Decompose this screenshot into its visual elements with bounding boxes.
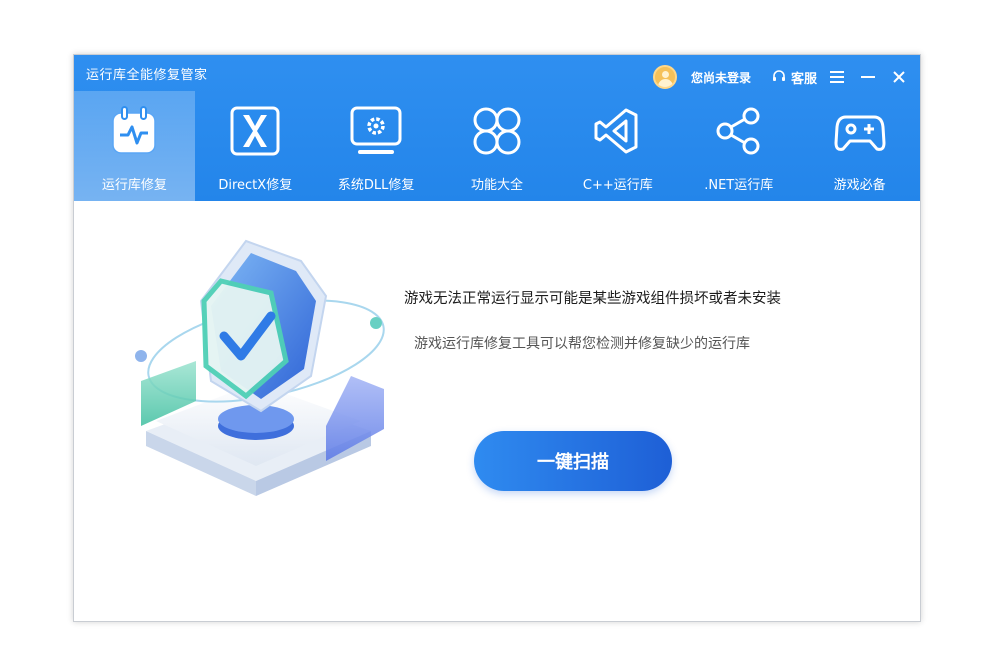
share-icon xyxy=(716,107,760,155)
close-button[interactable] xyxy=(888,66,910,88)
customer-service-button[interactable]: 客服 xyxy=(771,68,817,87)
clover-icon xyxy=(473,107,521,155)
monitor-gear-icon xyxy=(350,106,402,154)
close-icon xyxy=(893,71,905,83)
tab-label: 功能大全 xyxy=(471,178,524,193)
header: 运行库全能修复管家 您尚未登录 客服 运行库修复 DirectX修复 系统DLL… xyxy=(74,55,920,201)
shield-illustration xyxy=(135,239,385,496)
avatar-icon[interactable] xyxy=(652,65,677,89)
tab-label: DirectX修复 xyxy=(218,178,293,193)
tab-label: C++运行库 xyxy=(582,178,653,193)
minimize-button[interactable] xyxy=(857,66,879,88)
tab-bar: 运行库修复 DirectX修复 系统DLL修复 功能大全 C++运行库 .NET… xyxy=(74,91,920,201)
topbar-right: 您尚未登录 客服 xyxy=(652,63,910,91)
tab-label: 运行库修复 xyxy=(101,178,167,193)
service-label: 客服 xyxy=(790,71,817,87)
minimize-icon xyxy=(861,76,875,78)
menu-icon xyxy=(830,71,844,83)
tab-runtime-repair[interactable]: 运行库修复 xyxy=(74,91,195,201)
app-window: 运行库全能修复管家 您尚未登录 客服 运行库修复 DirectX修复 系统DLL… xyxy=(73,54,921,622)
visual-studio-icon xyxy=(594,108,638,154)
tab-features[interactable]: 功能大全 xyxy=(437,91,558,201)
calendar-pulse-icon xyxy=(112,106,157,154)
tab-label: 系统DLL修复 xyxy=(337,178,415,193)
subline-text: 游戏运行库修复工具可以帮您检测并修复缺少的运行库 xyxy=(414,336,750,352)
menu-button[interactable] xyxy=(826,66,848,88)
login-link[interactable]: 您尚未登录 xyxy=(691,69,751,86)
one-click-scan-button[interactable]: 一键扫描 xyxy=(474,431,672,491)
tab-label: 游戏必备 xyxy=(833,178,886,193)
tab-label: .NET运行库 xyxy=(704,178,774,193)
app-title: 运行库全能修复管家 xyxy=(86,68,208,83)
tab-system-dll-repair[interactable]: 系统DLL修复 xyxy=(316,91,437,201)
headset-icon xyxy=(772,70,785,81)
main-content: 游戏无法正常运行显示可能是某些游戏组件损坏或者未安装 游戏运行库修复工具可以帮您… xyxy=(74,201,920,621)
tab-dotnet-runtime[interactable]: .NET运行库 xyxy=(678,91,799,201)
tab-directx-repair[interactable]: DirectX修复 xyxy=(195,91,316,201)
tab-cpp-runtime[interactable]: C++运行库 xyxy=(557,91,678,201)
directx-x-icon xyxy=(230,106,280,156)
tab-game-essentials[interactable]: 游戏必备 xyxy=(799,91,920,201)
gamepad-icon xyxy=(834,115,886,151)
headline-text: 游戏无法正常运行显示可能是某些游戏组件损坏或者未安装 xyxy=(404,291,781,307)
